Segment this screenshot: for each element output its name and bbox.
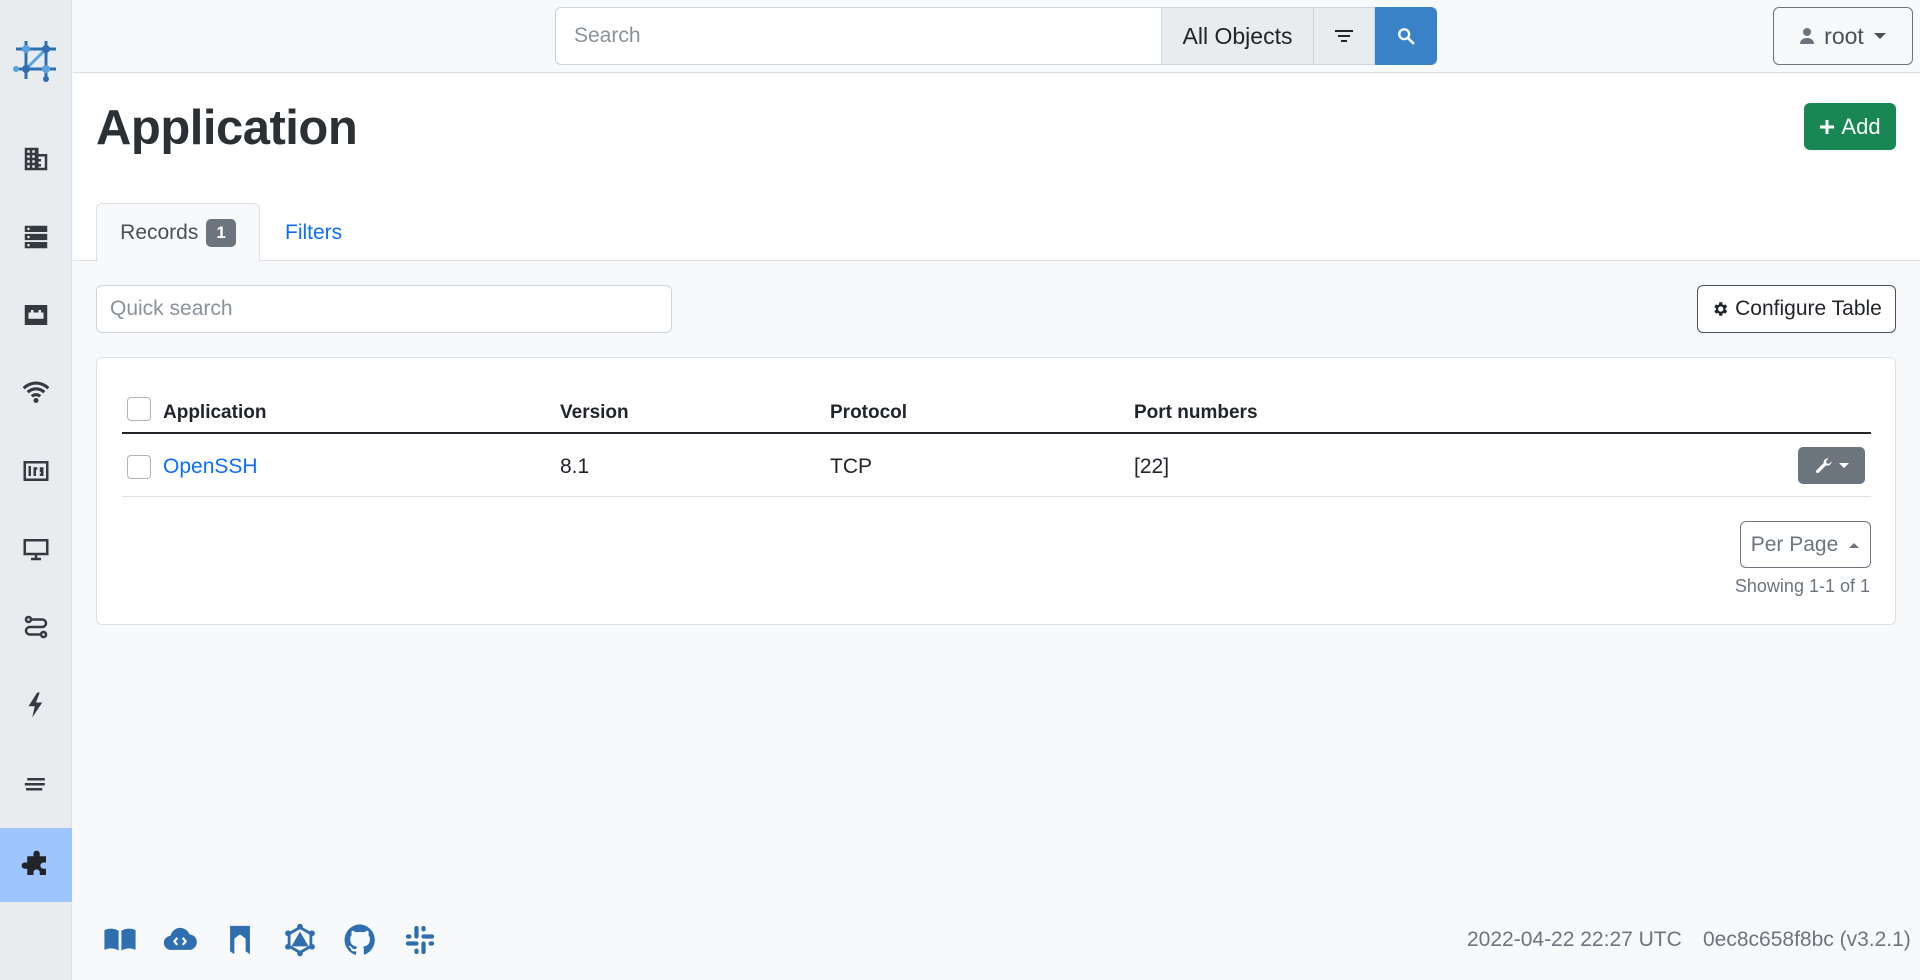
server-icon <box>24 225 48 249</box>
sidebar-item-virtualization[interactable] <box>0 512 72 586</box>
search-scope-label: All Objects <box>1182 22 1293 49</box>
gear-icon <box>1714 302 1728 316</box>
footer-version: 0ec8c658f8bc (v3.2.1) <box>1703 928 1911 951</box>
user-icon <box>1800 28 1815 44</box>
quick-search-input[interactable] <box>96 285 672 333</box>
select-all-checkbox[interactable] <box>127 397 151 421</box>
sidebar <box>0 0 72 980</box>
docs-link[interactable] <box>101 921 139 959</box>
records-count-badge: 1 <box>206 219 236 247</box>
building-icon <box>24 147 48 171</box>
lightning-icon <box>28 692 43 718</box>
github-icon <box>344 924 375 955</box>
per-page-dropdown[interactable]: Per Page <box>1740 521 1871 568</box>
global-search: All Objects <box>555 7 1437 65</box>
column-header-version[interactable]: Version <box>560 402 629 424</box>
top-navbar: All Objects root <box>73 0 1920 73</box>
puzzle-icon <box>21 850 46 875</box>
caret-down-icon <box>1873 32 1886 39</box>
caret-down-icon <box>1838 462 1849 468</box>
sidebar-item-routing[interactable] <box>0 590 72 664</box>
sidebar-item-plugins[interactable] <box>0 828 72 902</box>
graphql-icon <box>285 923 315 957</box>
tab-records-label: Records <box>120 221 199 244</box>
github-link[interactable] <box>341 921 379 959</box>
column-header-application[interactable]: Application <box>163 402 266 424</box>
slack-link[interactable] <box>401 921 439 959</box>
user-menu-button[interactable]: root <box>1773 7 1913 65</box>
table-row-version: 8.1 <box>560 455 590 478</box>
wifi-icon <box>22 381 50 403</box>
column-header-port-numbers[interactable]: Port numbers <box>1134 402 1258 424</box>
tab-filters[interactable]: Filters <box>285 204 342 262</box>
route-icon <box>24 615 48 639</box>
sidebar-item-ipam[interactable] <box>0 278 72 352</box>
search-filter-button[interactable] <box>1314 7 1375 65</box>
sidebar-item-automation[interactable] <box>0 668 72 742</box>
wrench-icon <box>1815 457 1832 473</box>
search-scope-select[interactable]: All Objects <box>1162 7 1314 65</box>
sidebar-item-devices[interactable] <box>0 200 72 274</box>
add-button[interactable]: Add <box>1804 103 1896 150</box>
tab-filters-label: Filters <box>285 221 343 244</box>
results-card <box>96 357 1896 625</box>
tab-records[interactable]: Records 1 <box>96 203 260 262</box>
monitor-icon <box>23 539 49 561</box>
sidebar-item-wireless[interactable] <box>0 356 72 430</box>
app-logo[interactable] <box>0 20 72 100</box>
column-header-protocol[interactable]: Protocol <box>830 402 907 424</box>
table-row-divider <box>122 496 1871 497</box>
row-select-checkbox[interactable] <box>127 455 151 479</box>
search-submit-button[interactable] <box>1375 7 1437 65</box>
graphql-link[interactable] <box>281 921 319 959</box>
configure-table-button[interactable]: Configure Table <box>1697 285 1896 333</box>
bookmarks-link[interactable] <box>221 921 259 959</box>
lines-icon <box>24 778 45 791</box>
nautobot-logo-icon <box>13 41 56 82</box>
per-page-label: Per Page <box>1750 532 1839 556</box>
footer-timestamp: 2022-04-22 22:27 UTC <box>1467 928 1682 951</box>
sidebar-item-extensibility[interactable] <box>0 746 72 820</box>
sidebar-item-organization[interactable] <box>0 122 72 196</box>
caret-up-icon <box>1849 542 1860 548</box>
ethernet-port-icon <box>24 305 48 325</box>
table-row-ports: [22] <box>1134 455 1170 478</box>
add-button-label: Add <box>1841 113 1881 139</box>
user-name: root <box>1824 22 1864 49</box>
page-title: Application <box>96 101 358 155</box>
book-icon <box>104 928 136 951</box>
sidebar-item-circuits[interactable] <box>0 434 72 508</box>
slack-icon <box>405 925 435 955</box>
table-row-protocol: TCP <box>830 455 872 478</box>
circuit-icon <box>23 461 49 481</box>
pagination-summary: Showing 1-1 of 1 <box>1734 576 1870 596</box>
cloud-api-icon <box>163 927 197 950</box>
bookmark-icon <box>230 925 250 955</box>
table-header-divider <box>122 432 1871 434</box>
filter-icon <box>1335 30 1353 42</box>
table-row-application-link[interactable]: OpenSSH <box>163 455 258 479</box>
row-actions-button[interactable] <box>1798 447 1865 484</box>
search-icon <box>1398 28 1415 45</box>
configure-table-label: Configure Table <box>1735 297 1882 320</box>
api-link[interactable] <box>161 921 199 959</box>
plus-icon <box>1820 119 1835 134</box>
global-search-input[interactable] <box>555 7 1162 65</box>
